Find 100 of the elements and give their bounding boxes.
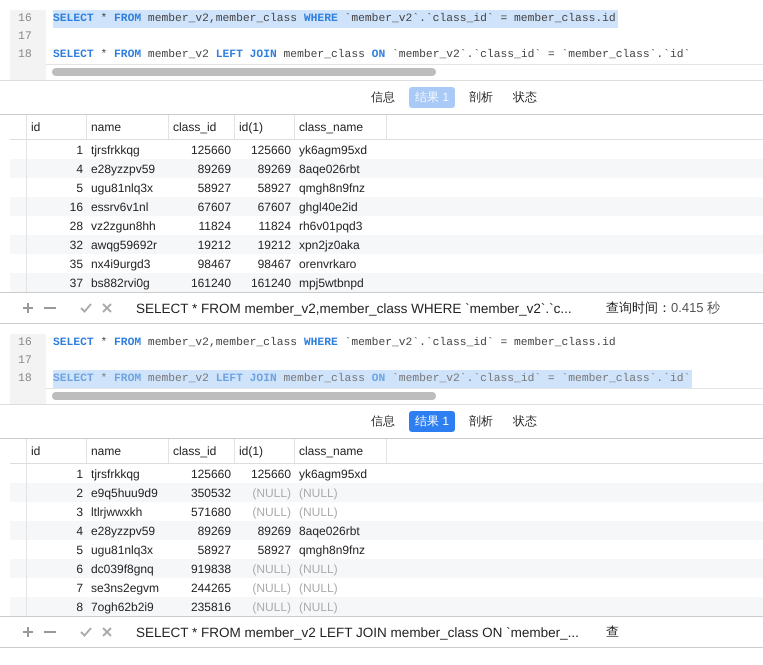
table-cell: dc039f8gnq [91,562,154,576]
table-cell: e28yzzpv59 [91,162,156,176]
table-cell: 571680 [190,504,231,518]
table-cell: 37 [70,276,83,290]
table-cell: 67607 [258,200,291,214]
close-icon[interactable] [102,303,112,313]
table-cell: 98467 [198,256,231,270]
table-cell: yk6agm95xd [299,142,368,156]
table-cell: qmgh8n9fnz [299,542,366,556]
table-cell: tjrsfrkkqg [91,142,140,156]
table-cell: 125660 [250,142,291,156]
table-cell: mpj5wtbnpd [299,276,364,290]
result-tab[interactable]: 剖析 [463,87,499,108]
table-cell: (NULL) [252,486,291,500]
line-number: 18 [10,370,46,388]
table-cell: 350532 [190,486,231,500]
table-cell: 5 [76,542,83,556]
code-line: SELECT * FROM member_v2,member_class WHERE `member_v2`.`class_id` = member_class.id [53,336,617,351]
table-cell: 16 [70,200,83,214]
result-tab[interactable]: 状态 [507,411,543,432]
table-cell: 1 [76,142,83,156]
result-tab[interactable]: 结果 1 [408,411,455,432]
table-cell: 2 [76,486,83,500]
check-icon[interactable] [80,627,92,637]
result-tab[interactable]: 信息 [364,411,401,432]
table-cell: 5 [76,180,83,194]
result-tab[interactable]: 剖析 [463,411,499,432]
table-cell: 7ogh62b2i9 [91,600,154,614]
line-number: 17 [10,352,46,370]
result-tab[interactable]: 状态 [507,87,543,108]
table-cell: essrv6v1nl [91,200,148,214]
table-cell: 67607 [198,200,231,214]
line-number: 16 [10,334,46,352]
table-cell: 3 [76,504,83,518]
table-cell: 89269 [258,162,291,176]
table-cell: (NULL) [299,486,338,500]
column-header[interactable]: id [31,120,40,134]
table-cell: qmgh8n9fnz [299,180,366,194]
table-cell: 8 [76,600,83,614]
table-cell: 89269 [198,162,231,176]
scrollbar-thumb[interactable] [52,392,436,400]
table-cell: (NULL) [299,562,338,576]
table-cell: vz2zgun8hh [91,218,156,232]
query-text: SELECT * FROM member_v2,member_class WHERE `member_v2`.`c... [136,300,573,316]
add-icon[interactable] [22,302,34,314]
table-cell: 58927 [198,542,231,556]
table-cell: 35 [70,256,83,270]
table-cell: 235816 [190,600,231,614]
code-line: SELECT * FROM member_v2 LEFT JOIN member_class ON `member_v2`.`class_id` = `member_class`.`id` [53,48,692,63]
table-cell: se3ns2egvm [91,580,160,594]
table-cell: (NULL) [252,580,291,594]
table-cell: 161240 [250,276,291,290]
column-header[interactable]: class_name [299,444,364,458]
table-cell: ltlrjwwxkh [91,504,142,518]
check-icon[interactable] [80,303,92,313]
table-cell: 8aqe026rbt [299,162,360,176]
add-icon[interactable] [22,626,34,638]
table-cell: (NULL) [299,600,338,614]
query-time-label: 查 [606,623,619,641]
column-header[interactable]: class_id [173,120,216,134]
gutter-background [10,64,46,80]
table-cell: 32 [70,238,83,252]
query-time-label: 查询时间： [606,299,671,317]
column-header[interactable]: id(1) [239,444,264,458]
column-header[interactable]: name [91,444,122,458]
table-cell: 125660 [190,466,231,480]
column-header[interactable]: class_name [299,120,364,134]
table-cell: 11824 [198,218,231,232]
table-cell: 28 [70,218,83,232]
column-header[interactable]: class_id [173,444,216,458]
line-number: 16 [10,10,46,28]
table-cell: ugu81nlq3x [91,180,154,194]
table-cell: 7 [76,580,83,594]
table-cell: tjrsfrkkqg [91,466,140,480]
table-cell: 4 [76,162,83,176]
table-cell: 11824 [258,218,291,232]
table-cell: e9q5huu9d9 [91,486,158,500]
table-cell: xpn2jz0aka [299,238,360,252]
table-cell: (NULL) [252,504,291,518]
table-cell: 1 [76,466,83,480]
query-time-value: 0.415 秒 [671,299,720,317]
table-cell: bs882rvi0g [91,276,150,290]
table-cell: 89269 [258,524,291,538]
table-cell: 919838 [190,562,231,576]
close-icon[interactable] [102,627,112,637]
scrollbar-thumb[interactable] [52,68,436,76]
result-tab[interactable]: 信息 [364,87,401,108]
column-header[interactable]: id [31,444,40,458]
table-cell: 125660 [250,466,291,480]
table-cell: awqg59692r [91,238,158,252]
table-cell: 125660 [190,142,231,156]
line-number: 17 [10,28,46,46]
column-header[interactable]: name [91,120,122,134]
table-cell: e28yzzpv59 [91,524,156,538]
table-cell: (NULL) [299,504,338,518]
table-cell: nx4i9urgd3 [91,256,150,270]
table-cell: (NULL) [299,580,338,594]
table-cell: 19212 [258,238,291,252]
table-cell: (NULL) [252,562,291,576]
column-header[interactable]: id(1) [239,120,264,134]
